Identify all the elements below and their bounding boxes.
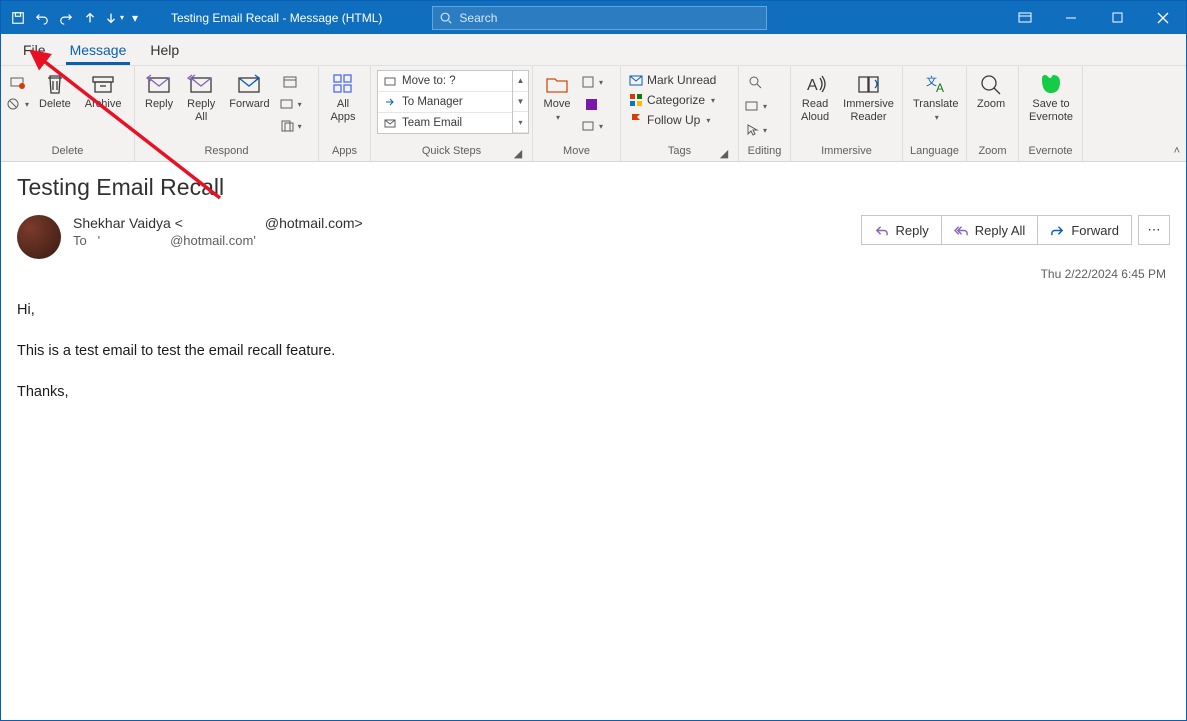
quick-steps-gallery[interactable]: Move to: ? To Manager Team Email bbox=[377, 70, 513, 134]
save-to-evernote-button[interactable]: Save to Evernote bbox=[1025, 70, 1077, 126]
group-label-delete: Delete bbox=[7, 143, 128, 161]
select-icon[interactable]: ▾ bbox=[745, 120, 767, 140]
read-aloud-button[interactable]: A Read Aloud bbox=[797, 70, 833, 126]
immersive-reader-button[interactable]: Immersive Reader bbox=[839, 70, 898, 126]
previous-item-icon[interactable] bbox=[79, 7, 101, 29]
group-label-zoom: Zoom bbox=[973, 143, 1012, 161]
redacted-text bbox=[183, 219, 265, 230]
tab-message[interactable]: Message bbox=[58, 34, 139, 65]
mark-unread-button[interactable]: Mark Unread bbox=[627, 72, 718, 88]
reply-all-button[interactable]: Reply All bbox=[183, 70, 219, 126]
group-label-respond: Respond bbox=[141, 143, 312, 161]
window-title: Testing Email Recall - Message (HTML) bbox=[171, 11, 382, 25]
tags-launcher-icon[interactable]: ◢ bbox=[718, 147, 730, 159]
forward-button[interactable]: Forward bbox=[225, 70, 273, 113]
related-icon[interactable]: ▾ bbox=[745, 96, 767, 116]
onenote-icon[interactable] bbox=[581, 94, 603, 114]
archive-button[interactable]: Archive bbox=[81, 70, 126, 113]
undo-icon[interactable] bbox=[31, 7, 53, 29]
reply-all-label: Reply All bbox=[187, 98, 215, 124]
find-icon[interactable] bbox=[745, 72, 767, 92]
sender-avatar[interactable] bbox=[17, 215, 61, 259]
message-actions: Reply Reply All Forward ⋯ bbox=[861, 215, 1170, 245]
search-input[interactable] bbox=[459, 11, 760, 25]
reply-label: Reply bbox=[145, 98, 173, 111]
categorize-button[interactable]: Categorize▾ bbox=[627, 92, 718, 108]
immersive-reader-label: Immersive Reader bbox=[843, 98, 894, 124]
move-button[interactable]: Move▾ bbox=[539, 70, 575, 126]
group-label-tags: Tags◢ bbox=[627, 143, 732, 161]
group-label-language: Language bbox=[909, 143, 960, 161]
more-respond-icon[interactable]: ▾ bbox=[280, 116, 302, 136]
sender-line: Shekhar Vaidya <@hotmail.com> bbox=[73, 215, 849, 231]
minimize-button[interactable] bbox=[1048, 1, 1094, 34]
all-apps-label: All Apps bbox=[330, 98, 355, 124]
quicksteps-launcher-icon[interactable]: ◢ bbox=[512, 147, 524, 159]
recipient-line: To '@hotmail.com' bbox=[73, 233, 849, 248]
save-icon[interactable] bbox=[7, 7, 29, 29]
message-body: Hi, This is a test email to test the ema… bbox=[1, 281, 1186, 441]
quick-step-to-manager[interactable]: To Manager bbox=[378, 91, 512, 112]
quick-step-move-to[interactable]: Move to: ? bbox=[378, 71, 512, 91]
action-forward-button[interactable]: Forward bbox=[1038, 215, 1132, 245]
group-label-quicksteps: Quick Steps◢ bbox=[377, 143, 526, 161]
body-paragraph: Thanks, bbox=[17, 381, 1170, 404]
quick-step-team-email[interactable]: Team Email bbox=[378, 112, 512, 133]
tab-help[interactable]: Help bbox=[138, 34, 191, 65]
action-reply-button[interactable]: Reply bbox=[861, 215, 941, 245]
all-apps-button[interactable]: All Apps bbox=[325, 70, 361, 126]
translate-button[interactable]: 文A Translate▾ bbox=[909, 70, 962, 126]
ignore-icon[interactable] bbox=[7, 72, 29, 92]
ribbon-display-icon[interactable] bbox=[1002, 1, 1048, 34]
rules-icon[interactable]: ▾ bbox=[581, 72, 603, 92]
group-label-evernote: Evernote bbox=[1025, 143, 1076, 161]
zoom-label: Zoom bbox=[977, 98, 1005, 111]
tab-file[interactable]: File bbox=[11, 34, 58, 65]
customize-qat-icon[interactable]: ▾ bbox=[127, 7, 143, 29]
actions-icon[interactable]: ▾ bbox=[581, 116, 603, 136]
maximize-button[interactable] bbox=[1094, 1, 1140, 34]
read-aloud-label: Read Aloud bbox=[801, 98, 829, 124]
translate-label: Translate▾ bbox=[913, 98, 958, 124]
svg-text:A: A bbox=[936, 81, 944, 95]
search-icon bbox=[439, 11, 453, 25]
group-label-editing: Editing bbox=[745, 143, 784, 161]
ribbon: ▾ Delete Archive Delete Reply bbox=[1, 66, 1186, 162]
move-label: Move▾ bbox=[544, 98, 571, 124]
ribbon-tabs: File Message Help bbox=[1, 34, 1186, 66]
search-box[interactable] bbox=[432, 6, 767, 30]
redo-icon[interactable] bbox=[55, 7, 77, 29]
svg-text:A: A bbox=[807, 77, 818, 94]
archive-label: Archive bbox=[85, 98, 122, 111]
title-bar: ▾ ▾ Testing Email Recall - Message (HTML… bbox=[1, 1, 1186, 34]
message-timestamp: Thu 2/22/2024 6:45 PM bbox=[17, 267, 1170, 281]
close-button[interactable] bbox=[1140, 1, 1186, 34]
forward-label: Forward bbox=[229, 98, 269, 111]
quick-access-toolbar: ▾ ▾ bbox=[1, 7, 149, 29]
junk-icon[interactable]: ▾ bbox=[7, 94, 29, 114]
group-label-move: Move bbox=[539, 143, 614, 161]
body-paragraph: This is a test email to test the email r… bbox=[17, 340, 1170, 363]
group-label-apps: Apps bbox=[325, 143, 364, 161]
follow-up-button[interactable]: Follow Up▾ bbox=[627, 112, 718, 128]
redacted-text bbox=[100, 236, 170, 247]
quick-steps-scroll[interactable]: ▲▼▾ bbox=[513, 70, 529, 134]
forward-im-icon[interactable]: ▾ bbox=[280, 94, 302, 114]
meeting-icon[interactable] bbox=[280, 72, 302, 92]
reply-button[interactable]: Reply bbox=[141, 70, 177, 113]
body-paragraph: Hi, bbox=[17, 299, 1170, 322]
action-more-button[interactable]: ⋯ bbox=[1138, 215, 1170, 245]
next-item-icon[interactable]: ▾ bbox=[103, 7, 125, 29]
zoom-button[interactable]: Zoom bbox=[973, 70, 1009, 113]
message-subject: Testing Email Recall bbox=[17, 174, 1170, 201]
group-label-immersive: Immersive bbox=[797, 143, 896, 161]
evernote-label: Save to Evernote bbox=[1029, 98, 1073, 124]
collapse-ribbon-icon[interactable]: ˄ bbox=[1174, 145, 1180, 157]
delete-button[interactable]: Delete bbox=[35, 70, 75, 113]
delete-label: Delete bbox=[39, 98, 71, 111]
message-pane: Testing Email Recall Shekhar Vaidya <@ho… bbox=[1, 162, 1186, 720]
action-reply-all-button[interactable]: Reply All bbox=[942, 215, 1039, 245]
